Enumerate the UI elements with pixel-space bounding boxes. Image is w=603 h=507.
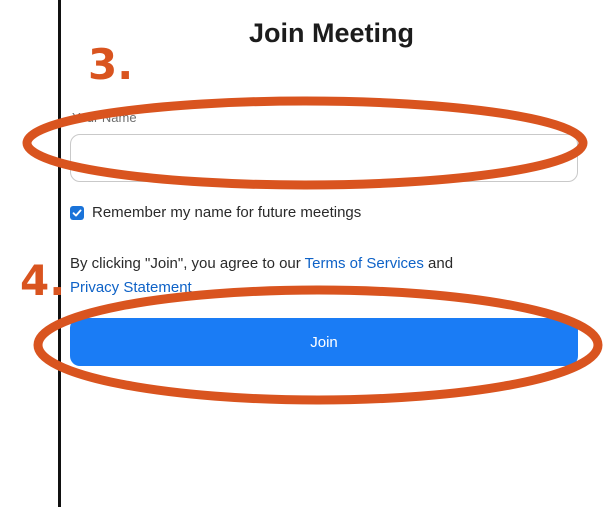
- checkmark-icon: [72, 209, 82, 216]
- annotation-step-4: 4.: [20, 256, 66, 305]
- window-left-border: [58, 0, 61, 507]
- remember-name-row[interactable]: Remember my name for future meetings: [70, 204, 361, 221]
- legal-prefix: By clicking "Join", you agree to our: [70, 255, 305, 272]
- your-name-input[interactable]: [70, 134, 578, 182]
- remember-name-label: Remember my name for future meetings: [92, 204, 362, 221]
- page-title: Join Meeting: [248, 18, 414, 48]
- legal-notice: By clicking "Join", you agree to our Ter…: [70, 252, 590, 300]
- remember-name-checkbox[interactable]: [70, 205, 84, 220]
- terms-of-services-link[interactable]: Terms of Services: [305, 255, 424, 272]
- join-button[interactable]: Join: [70, 318, 578, 366]
- legal-and: and: [423, 255, 454, 272]
- join-meeting-page: Join Meeting Your Name Remember my name …: [0, 0, 603, 507]
- annotation-step-3: 3.: [88, 40, 134, 89]
- privacy-statement-link[interactable]: Privacy Statement: [70, 279, 192, 296]
- your-name-label: Your Name: [72, 110, 137, 125]
